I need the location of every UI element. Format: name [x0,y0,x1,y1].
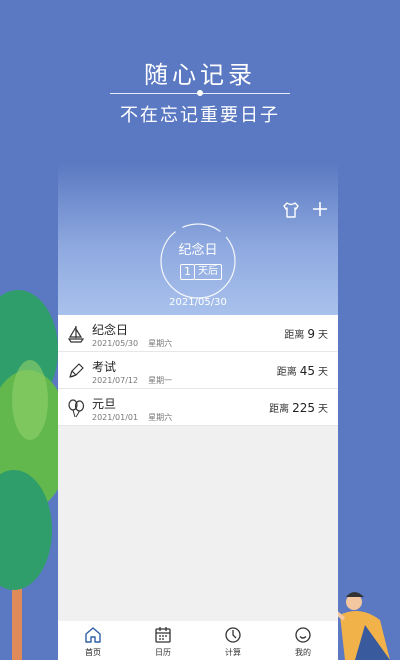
add-event-icon[interactable] [311,200,329,218]
event-date: 2021/01/01 [92,413,139,422]
app-screen: 纪念日 1 天后 2021/05/30 纪念日 2021/05/30 星期六 距离… [58,163,338,660]
countdown-days: 9 [307,327,315,341]
hero-event-name: 纪念日 [178,243,218,258]
tab-label: 日历 [155,648,171,657]
tab-calculate[interactable]: 计算 [198,621,268,660]
event-countdown: 距离 45 天 [277,363,328,378]
smiley-icon [295,627,311,643]
hero-date: 2021/05/30 [169,297,227,308]
countdown-days: 225 [292,401,315,415]
hero-banner: 纪念日 1 天后 2021/05/30 [58,163,338,315]
tab-label: 首页 [85,648,101,657]
event-meta: 2021/07/12 星期一 [92,375,172,386]
countdown-prefix: 距离 [276,367,297,378]
tab-calendar[interactable]: 日历 [128,621,198,660]
event-list: 纪念日 2021/05/30 星期六 距离 9 天 考试 2021/07/12 星期一 … [58,315,338,426]
tab-label: 计算 [225,648,241,657]
tab-profile[interactable]: 我的 [268,621,338,660]
countdown-unit: 天 [318,367,328,378]
calendar-icon [155,627,171,643]
promo-subtitle: 不在忘记重要日子 [120,105,280,126]
hero-days-suffix: 天后 [195,264,222,280]
theme-shirt-icon[interactable] [282,201,300,219]
hero-days-number: 1 [180,264,195,280]
event-date: 2021/05/30 [92,339,139,348]
countdown-prefix: 距离 [269,404,290,415]
sailboat-icon [67,326,85,343]
clock-icon [225,627,241,643]
event-weekday: 星期一 [148,376,173,385]
event-meta: 2021/01/01 星期六 [92,412,172,423]
hero-days-badge: 1 天后 [180,264,222,280]
countdown-prefix: 距离 [284,330,305,341]
countdown-days: 45 [299,364,315,378]
tab-home[interactable]: 首页 [58,621,128,660]
event-meta: 2021/05/30 星期六 [92,338,172,349]
event-weekday: 星期六 [148,339,173,348]
list-item[interactable]: 纪念日 2021/05/30 星期六 距离 9 天 [58,315,338,352]
countdown-unit: 天 [318,330,328,341]
event-date: 2021/07/12 [92,376,139,385]
list-item[interactable]: 元旦 2021/01/01 星期六 距离 225 天 [58,389,338,426]
event-countdown: 距离 9 天 [284,326,328,341]
balloons-icon [68,399,85,418]
promo-header: 随心记录 不在忘记重要日子 [0,55,400,126]
countdown-unit: 天 [318,404,328,415]
event-name: 纪念日 [92,323,129,337]
list-item[interactable]: 考试 2021/07/12 星期一 距离 45 天 [58,352,338,389]
pen-icon [69,363,84,378]
event-name: 元旦 [92,397,117,411]
promo-title: 随心记录 [144,61,256,89]
event-weekday: 星期六 [148,413,173,422]
tab-label: 我的 [295,648,311,657]
event-name: 考试 [92,360,117,374]
promo-divider-dot [197,90,203,96]
countdown-ring [160,223,236,299]
event-countdown: 距离 225 天 [269,400,328,415]
home-icon [85,627,101,643]
bottom-tab-bar: 首页 日历 计算 我的 [58,621,338,660]
